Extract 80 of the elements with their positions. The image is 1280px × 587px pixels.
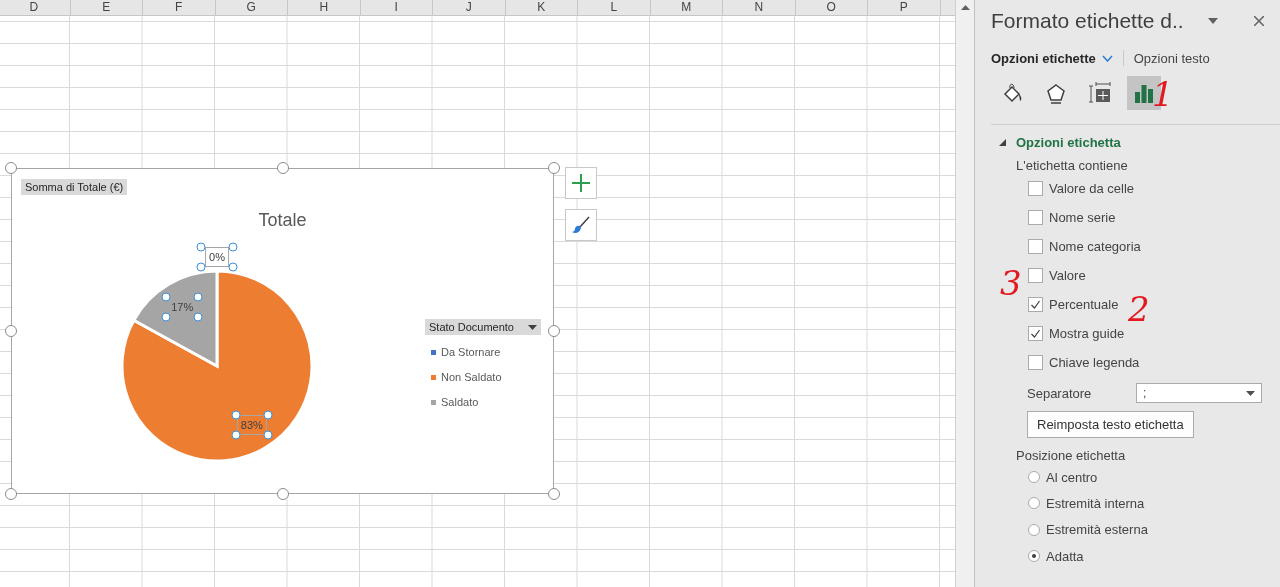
checkbox[interactable] xyxy=(1028,210,1043,225)
checkbox[interactable] xyxy=(1028,181,1043,196)
column-header[interactable]: J xyxy=(433,0,506,15)
column-header[interactable]: N xyxy=(723,0,796,15)
radio-label[interactable]: Estremità interna xyxy=(1046,495,1145,511)
radio-label[interactable]: Estremità esterna xyxy=(1046,522,1148,538)
reset-label-text-button[interactable]: Reimposta testo etichetta xyxy=(1027,411,1194,438)
chart-title: Totale xyxy=(257,210,308,231)
resize-handle[interactable] xyxy=(5,488,17,500)
separator-label: Separatore xyxy=(1027,385,1093,401)
checkbox[interactable] xyxy=(1028,268,1043,283)
dropdown-value: ; xyxy=(1143,386,1147,400)
size-properties-icon xyxy=(1089,82,1111,104)
resize-handle[interactable] xyxy=(548,488,560,500)
tab[interactable]: Opzioni etichette xyxy=(991,50,1113,66)
plus-icon xyxy=(571,173,591,193)
column-header[interactable]: F xyxy=(143,0,216,15)
checkbox-label[interactable]: Valore da celle xyxy=(1049,181,1135,196)
handwritten-annotation: 2 xyxy=(1128,292,1150,326)
dropdown-arrow-icon[interactable] xyxy=(528,324,537,330)
column-header[interactable]: D xyxy=(0,0,71,15)
radio-label[interactable]: Al centro xyxy=(1046,469,1098,485)
pane-title: Formato etichette d.. xyxy=(991,9,1184,33)
column-header[interactable]: O xyxy=(795,0,868,15)
radio-button[interactable] xyxy=(1028,497,1040,510)
legend-label: Da Stornare xyxy=(441,346,501,358)
legend-label: Non Saldato xyxy=(441,371,502,383)
handwritten-annotation: 3 xyxy=(1000,266,1022,300)
resize-handle[interactable] xyxy=(5,325,17,337)
checkbox[interactable] xyxy=(1028,239,1043,254)
column-header[interactable]: M xyxy=(650,0,723,15)
pentagon-icon xyxy=(1045,82,1067,104)
paintbrush-icon xyxy=(571,215,591,235)
column-header[interactable]: K xyxy=(505,0,578,15)
column-header[interactable]: P xyxy=(868,0,941,15)
pie-slice[interactable] xyxy=(132,269,219,368)
radio-button[interactable] xyxy=(1028,550,1040,563)
dropdown-arrow-icon xyxy=(1246,390,1255,396)
radio-label[interactable]: Adatta xyxy=(1046,548,1084,564)
checkbox[interactable] xyxy=(1028,297,1043,312)
resize-handle[interactable] xyxy=(5,162,17,174)
column-header[interactable]: E xyxy=(70,0,143,15)
pie-slice[interactable] xyxy=(120,269,314,463)
add-chart-element-button[interactable] xyxy=(565,167,597,199)
chart-area[interactable]: Somma di Totale (€) Totale 0% 83% 17% Stato Documento Da Stornare Non Saldato Saldato xyxy=(11,168,554,494)
field-button[interactable]: Somma di Totale (€) xyxy=(21,179,128,195)
checkbox-label[interactable]: Nome serie xyxy=(1049,210,1116,225)
bar-chart-icon xyxy=(1133,82,1155,104)
chart-styles-button[interactable] xyxy=(565,209,597,241)
column-header[interactable]: G xyxy=(215,0,288,15)
checkbox[interactable] xyxy=(1028,355,1043,370)
separator-dropdown[interactable]: ; xyxy=(1136,383,1262,403)
radio-button[interactable] xyxy=(1028,471,1040,484)
column-header[interactable]: I xyxy=(360,0,433,15)
checkbox-label[interactable]: Percentuale xyxy=(1049,297,1119,312)
legend-field-button[interactable]: Stato Documento xyxy=(425,319,541,335)
group-label: L'etichetta contiene xyxy=(1016,158,1129,174)
radio-button[interactable] xyxy=(1028,523,1040,536)
dropdown-arrow-icon[interactable] xyxy=(1207,18,1218,24)
legend-field-label: Stato Documento xyxy=(429,321,514,333)
close-icon[interactable] xyxy=(1253,16,1264,26)
data-label[interactable]: 0% xyxy=(205,247,229,267)
scroll-up-arrow-icon[interactable] xyxy=(960,5,970,10)
chevron-down-icon xyxy=(1101,54,1113,62)
checkbox[interactable] xyxy=(1028,326,1043,341)
paint-bucket-icon xyxy=(1001,82,1023,104)
checkbox-label[interactable]: Valore xyxy=(1049,268,1086,283)
handwritten-annotation: 1 xyxy=(1152,77,1174,111)
checkbox-label[interactable]: Nome categoria xyxy=(1049,239,1141,254)
section-header[interactable]: Opzioni etichetta xyxy=(999,134,1280,150)
collapse-triangle-icon xyxy=(999,138,1006,146)
vertical-scrollbar[interactable] xyxy=(955,0,975,587)
column-header[interactable]: L xyxy=(578,0,651,15)
checkbox-label[interactable]: Mostra guide xyxy=(1049,326,1125,341)
legend-label: Saldato xyxy=(441,396,479,408)
column-header[interactable]: H xyxy=(288,0,361,15)
group-label: Posizione etichetta xyxy=(1016,448,1127,464)
tab[interactable]: Opzioni testo xyxy=(1133,50,1210,66)
resize-handle[interactable] xyxy=(548,162,560,174)
checkbox-label[interactable]: Chiave legenda xyxy=(1049,355,1140,370)
